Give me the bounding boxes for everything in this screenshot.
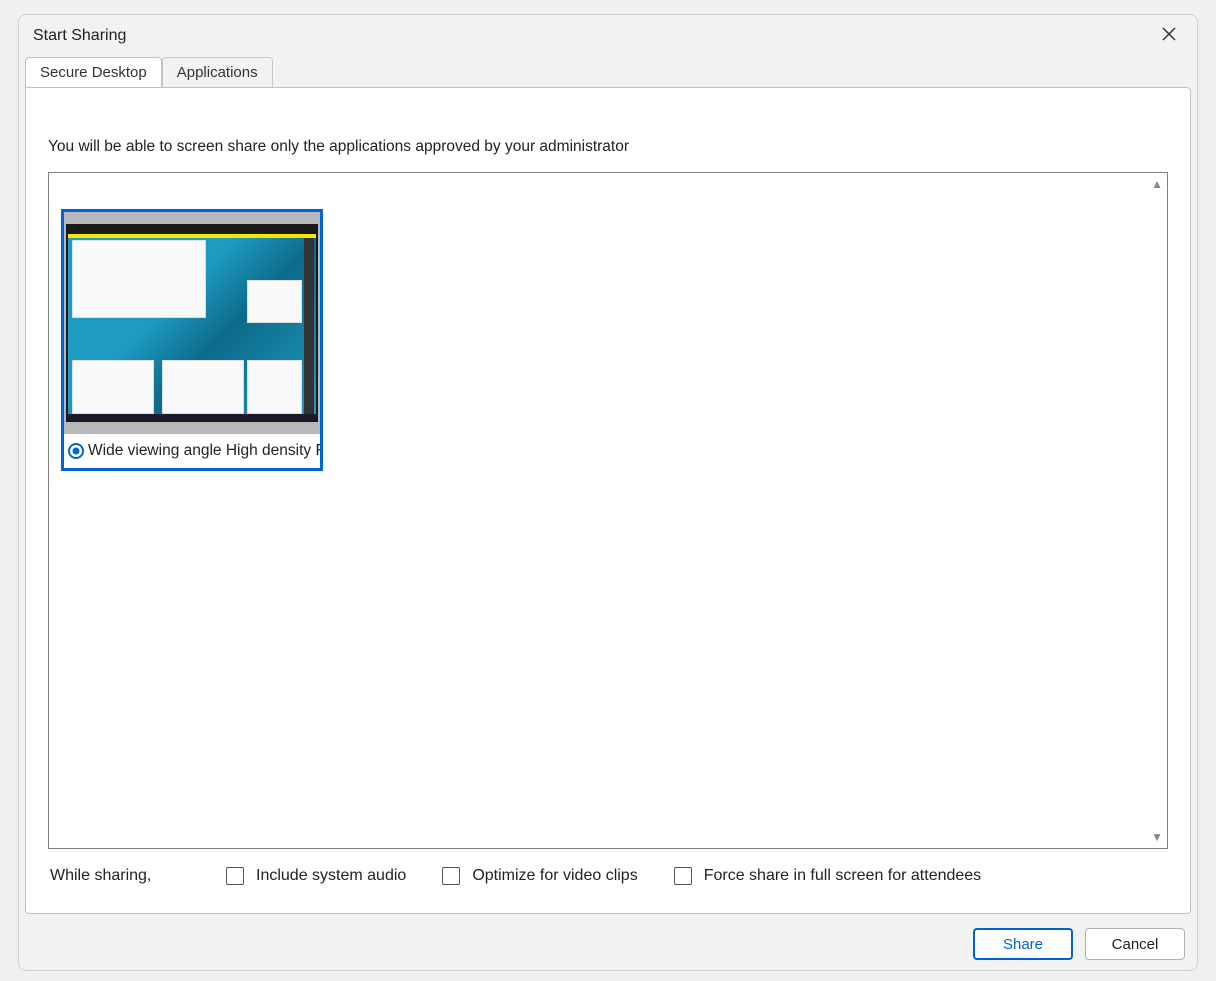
checkbox-label: Include system audio [256,867,406,885]
dialog-footer: Share Cancel [19,920,1197,970]
monitor-thumbnail [64,212,320,434]
checkbox-system-audio[interactable]: Include system audio [226,867,406,885]
while-sharing-label: While sharing, [50,867,190,885]
monitor-list: ▲ ▼ [48,172,1168,849]
radio-selected-icon [68,443,84,459]
start-sharing-dialog: Start Sharing Secure Desktop Application… [18,14,1198,971]
checkbox-label: Optimize for video clips [472,867,637,885]
checkbox-icon [674,867,692,885]
cancel-button[interactable]: Cancel [1085,928,1185,960]
checkbox-optimize-video[interactable]: Optimize for video clips [442,867,637,885]
close-icon [1161,26,1177,47]
tab-content: You will be able to screen share only th… [25,87,1191,914]
dialog-title: Start Sharing [33,27,126,45]
dialog-header: Start Sharing [19,15,1197,57]
checkbox-icon [226,867,244,885]
tabs: Secure Desktop Applications [19,57,1197,87]
monitor-label-row: Wide viewing angle High density F [64,434,320,468]
instruction-text: You will be able to screen share only th… [48,138,1168,156]
scroll-up-icon[interactable]: ▲ [1151,177,1163,191]
tab-applications[interactable]: Applications [162,57,273,88]
checkbox-label: Force share in full screen for attendees [704,867,981,885]
monitor-option-1[interactable]: Wide viewing angle High density F [61,209,323,471]
scroll-down-icon[interactable]: ▼ [1151,830,1163,844]
tab-secure-desktop[interactable]: Secure Desktop [25,57,162,88]
checkbox-force-fullscreen[interactable]: Force share in full screen for attendees [674,867,981,885]
sharing-options: While sharing, Include system audio Opti… [48,849,1168,891]
share-button[interactable]: Share [973,928,1073,960]
checkbox-icon [442,867,460,885]
close-button[interactable] [1157,24,1181,48]
monitor-label: Wide viewing angle High density F [88,442,320,460]
